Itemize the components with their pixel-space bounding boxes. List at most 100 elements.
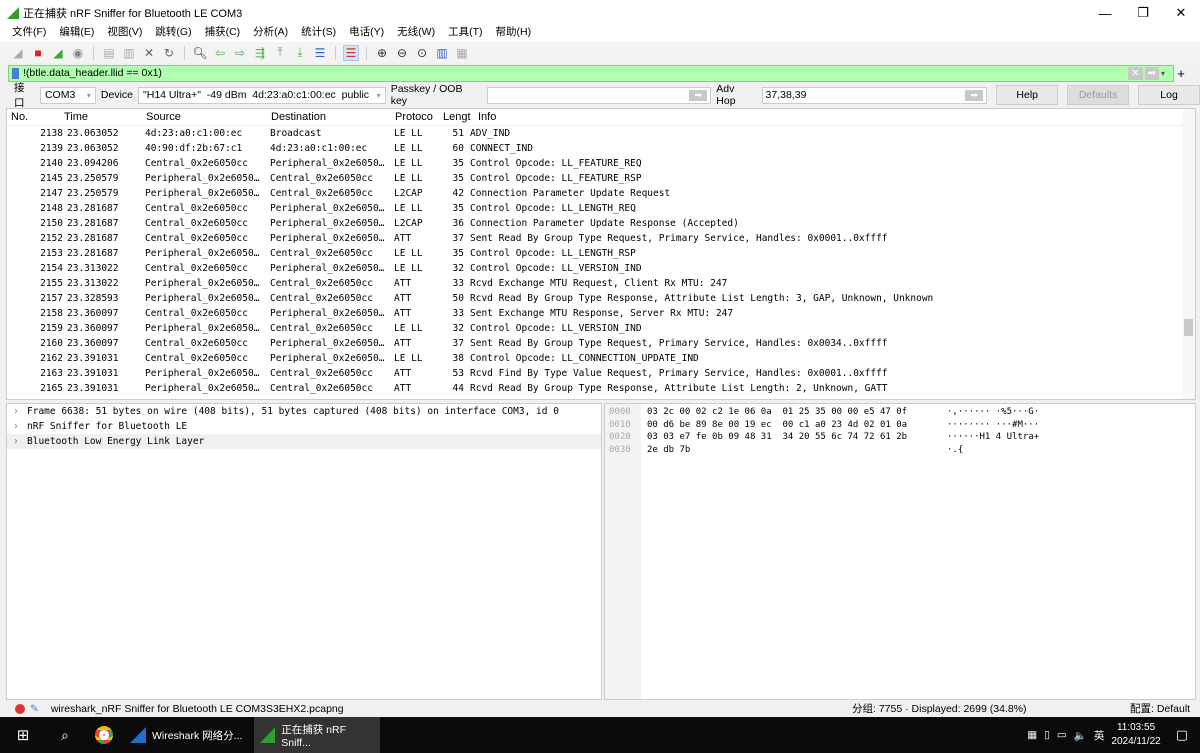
restart-icon[interactable]: ◢ [50, 45, 66, 61]
filter-history-dropdown-icon[interactable]: ▾ [1161, 69, 1173, 78]
hex-row[interactable]: 0020 03 03 e7 fe 0b 09 48 31 34 20 55 6c … [605, 432, 1195, 445]
adv-hop-input[interactable]: 37,38,39 ➡ [761, 86, 988, 104]
expand-arrow-icon[interactable]: › [13, 436, 27, 447]
close-button[interactable]: ✕ [1162, 0, 1200, 26]
clear-filter-icon[interactable]: ✕ [1128, 66, 1143, 80]
log-button[interactable]: Log [1138, 85, 1200, 105]
apply-arrow-icon[interactable]: ➡ [965, 89, 984, 101]
notification-icon[interactable]: ▢ [1176, 727, 1188, 743]
defaults-button[interactable]: Defaults [1067, 85, 1130, 105]
minimize-button[interactable]: — [1086, 0, 1124, 26]
profile[interactable]: 配置: Default [1130, 701, 1190, 716]
goto-icon[interactable]: ⇶ [252, 45, 268, 61]
menu-item[interactable]: 编辑(E) [59, 24, 94, 42]
detail-tree-item[interactable]: › nRF Sniffer for Bluetooth LE [7, 419, 601, 434]
hex-row[interactable]: 0030 2e db 7b ·.{ [605, 445, 1195, 458]
last-icon[interactable]: ⤓ [292, 45, 308, 61]
ime-indicator[interactable]: 英 [1094, 728, 1105, 743]
zoom-in-icon[interactable]: ⊕ [374, 45, 390, 61]
menu-item[interactable]: 工具(T) [448, 24, 482, 42]
forward-icon[interactable]: ⇨ [232, 45, 248, 61]
menu-item[interactable]: 无线(W) [397, 24, 435, 42]
apply-arrow-icon[interactable]: ➡ [689, 89, 708, 101]
open-icon[interactable]: ▤ [101, 45, 117, 61]
detail-tree-item[interactable]: › Bluetooth Low Energy Link Layer [7, 434, 601, 449]
menu-item[interactable]: 帮助(H) [496, 24, 532, 42]
packet-row[interactable]: 2157 23.328593 Peripheral_0x2e6050… Central… [7, 291, 1195, 306]
shark-fin-start-icon[interactable]: ◢ [10, 45, 26, 61]
menu-item[interactable]: 视图(V) [107, 24, 142, 42]
chrome-icon[interactable] [84, 717, 124, 753]
reload-icon[interactable]: ↻ [161, 45, 177, 61]
packet-row[interactable]: 2160 23.360097 Central_0x2e6050cc Periphera… [7, 336, 1195, 351]
menu-item[interactable]: 电话(Y) [349, 24, 384, 42]
packet-list-scrollbar[interactable] [1183, 109, 1195, 399]
tray-app-icon[interactable]: ▦ [1027, 729, 1037, 741]
packet-row[interactable]: 2145 23.250579 Peripheral_0x2e6050… Central… [7, 171, 1195, 186]
packet-row[interactable]: 2163 23.391031 Peripheral_0x2e6050… Central… [7, 366, 1195, 381]
help-button[interactable]: Help [996, 85, 1059, 105]
clock[interactable]: 11:03:55 2024/11/22 [1111, 721, 1160, 749]
menu-item[interactable]: 捕获(C) [205, 24, 241, 42]
display-filter-input[interactable] [23, 67, 1129, 79]
column-info[interactable]: Info [478, 111, 496, 123]
hex-row[interactable]: 0000 03 2c 00 02 c2 1e 06 0a 01 25 35 00 … [605, 407, 1195, 420]
packet-row[interactable]: 2162 23.391031 Central_0x2e6050cc Periphera… [7, 351, 1195, 366]
column-destination[interactable]: Destination [271, 111, 395, 123]
menu-item[interactable]: 分析(A) [253, 24, 288, 42]
colorize-icon[interactable]: ☰ [343, 44, 359, 61]
packet-row[interactable]: 2159 23.360097 Peripheral_0x2e6050… Central… [7, 321, 1195, 336]
search-icon[interactable]: ⌕ [46, 717, 84, 753]
packet-row[interactable]: 2154 23.313022 Central_0x2e6050cc Periphera… [7, 261, 1195, 276]
maximize-button[interactable]: ❐ [1124, 0, 1162, 26]
packet-row[interactable]: 2138 23.063052 4d:23:a0:c1:00:ec Broadcast L… [7, 126, 1195, 141]
packet-row[interactable]: 2155 23.313022 Peripheral_0x2e6050… Central… [7, 276, 1195, 291]
column-no[interactable]: No. [7, 111, 64, 123]
find-icon[interactable]: 🔍︎ [192, 45, 208, 61]
first-icon[interactable]: ⤒ [272, 45, 288, 61]
column-time[interactable]: Time [64, 111, 146, 123]
battery-icon[interactable]: ▯ [1044, 729, 1050, 741]
menu-item[interactable]: 跳转(G) [155, 24, 191, 42]
expert-info-icon[interactable]: ✎ [30, 703, 39, 715]
expand-arrow-icon[interactable]: › [13, 406, 27, 417]
packet-row[interactable]: 2153 23.281687 Peripheral_0x2e6050… Central… [7, 246, 1195, 261]
menu-item[interactable]: 统计(S) [301, 24, 336, 42]
menu-item[interactable]: 文件(F) [12, 24, 46, 42]
apply-filter-icon[interactable]: ➡ [1144, 66, 1159, 80]
column-protocol[interactable]: Protoco [395, 111, 443, 123]
packet-row[interactable]: 2148 23.281687 Central_0x2e6050cc Periphera… [7, 201, 1195, 216]
hex-row[interactable]: 0010 00 d6 be 89 8e 00 19 ec 00 c1 a0 23 … [605, 420, 1195, 433]
zoom-out-icon[interactable]: ⊖ [394, 45, 410, 61]
expand-arrow-icon[interactable]: › [13, 421, 27, 432]
bookmark-icon[interactable] [12, 67, 19, 79]
capture-running-icon[interactable] [15, 703, 25, 714]
volume-icon[interactable]: 🔈 [1074, 729, 1087, 742]
packet-row[interactable]: 2158 23.360097 Central_0x2e6050cc Periphera… [7, 306, 1195, 321]
close-file-icon[interactable]: ✕ [141, 45, 157, 61]
windows-start-icon[interactable]: ⊞ [0, 717, 46, 753]
packet-row[interactable]: 2152 23.281687 Central_0x2e6050cc Periphera… [7, 231, 1195, 246]
column-length[interactable]: Lengt [443, 111, 478, 123]
packet-row[interactable]: 2147 23.250579 Peripheral_0x2e6050… Central… [7, 186, 1195, 201]
add-filter-button[interactable]: + [1174, 66, 1188, 81]
autoscroll-icon[interactable]: ☰ [312, 45, 328, 61]
network-icon[interactable]: ▭ [1057, 729, 1067, 741]
taskbar-capture[interactable]: 正在捕获 nRF Sniff... [254, 717, 380, 753]
detail-tree-item[interactable]: › Frame 6638: 51 bytes on wire (408 bits)… [7, 404, 601, 419]
device-select[interactable]: "H14 Ultra+" -49 dBm 4d:23:a0:c1:00:ec p… [138, 86, 386, 104]
packet-row[interactable]: 2140 23.094206 Central_0x2e6050cc Periphera… [7, 156, 1195, 171]
packet-row[interactable]: 2150 23.281687 Central_0x2e6050cc Periphera… [7, 216, 1195, 231]
packet-row[interactable]: 2165 23.391031 Peripheral_0x2e6050… Central… [7, 381, 1195, 396]
packet-row[interactable]: 2139 23.063052 40:90:df:2b:67:c1 4d:23:a0:c… [7, 141, 1195, 156]
layout-icon[interactable]: ▦ [454, 45, 470, 61]
interface-select[interactable]: COM3 ▾ [39, 86, 96, 104]
taskbar-wireshark[interactable]: Wireshark 网络分... [124, 717, 254, 753]
save-icon[interactable]: ▥ [121, 45, 137, 61]
stop-icon[interactable]: ■ [30, 45, 46, 61]
passkey-input[interactable]: ➡ [486, 86, 712, 104]
zoom-reset-icon[interactable]: ⊙ [414, 45, 430, 61]
resize-columns-icon[interactable]: ▥ [434, 45, 450, 61]
back-icon[interactable]: ⇦ [212, 45, 228, 61]
column-source[interactable]: Source [146, 111, 271, 123]
